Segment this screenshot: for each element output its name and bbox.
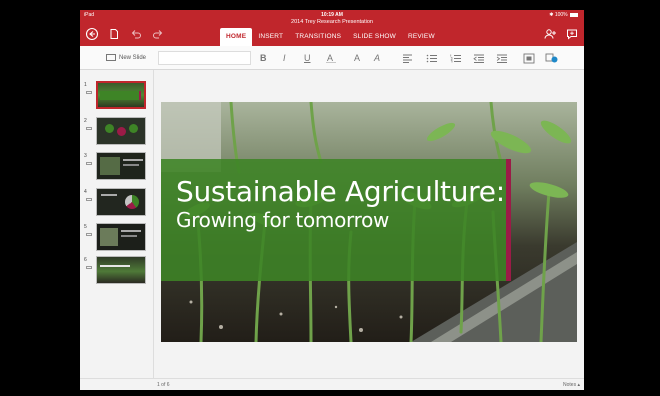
chevron-up-icon: ▴ xyxy=(577,382,580,388)
thumbnail-number: 4 xyxy=(84,189,87,195)
thumbnail-number: 3 xyxy=(84,153,87,159)
new-slide-button[interactable]: New Slide xyxy=(106,51,146,65)
thumbnail-text-line xyxy=(123,164,139,166)
comment-icon[interactable] xyxy=(565,27,579,41)
battery-percent: 100% xyxy=(554,12,568,18)
strikethrough-icon[interactable]: A xyxy=(326,51,338,65)
thumbnail-pie xyxy=(125,195,139,209)
svg-text:A: A xyxy=(327,53,333,63)
thumbnail-text-line xyxy=(100,265,130,267)
battery-icon xyxy=(570,12,578,17)
current-slide[interactable]: Sustainable Agriculture: Growing for tom… xyxy=(161,102,577,342)
thumbnail-comment-icon xyxy=(86,233,92,236)
thumbnail-title-band xyxy=(100,91,140,100)
bluetooth-icon: ✱ xyxy=(549,12,554,18)
thumbnail-number: 6 xyxy=(84,257,87,263)
tab-slide-show[interactable]: SLIDE SHOW xyxy=(347,28,402,46)
underline-icon[interactable]: U xyxy=(304,51,311,65)
slide-thumbnail-5[interactable] xyxy=(96,223,146,251)
new-slide-label: New Slide xyxy=(119,55,147,61)
outdent-icon[interactable] xyxy=(473,51,485,65)
indent-icon[interactable] xyxy=(496,51,508,65)
thumbnail-number: 5 xyxy=(84,224,87,230)
thumbnail-comment-icon xyxy=(86,127,92,130)
accent-bar xyxy=(506,159,511,281)
thumbnail-circle xyxy=(129,124,138,133)
bullets-icon[interactable] xyxy=(426,51,438,65)
home-ribbon: New Slide B I U A A A xyxy=(80,46,584,70)
share-icon[interactable] xyxy=(543,27,557,41)
ribbon-tabs: HOME INSERT TRANSITIONS SLIDE SHOW REVIE… xyxy=(220,28,441,46)
slide-thumbnail-2[interactable] xyxy=(96,117,146,145)
shape-fill-icon[interactable] xyxy=(545,51,559,65)
document-title: 2014 Trey Research Presentation xyxy=(291,19,373,25)
status-footer: 1 of 6 Notes ▴ xyxy=(80,378,584,390)
font-name-box[interactable] xyxy=(158,51,251,65)
notes-toggle[interactable]: Notes ▴ xyxy=(563,382,580,388)
clear-format-icon[interactable]: A xyxy=(374,51,380,65)
new-slide-icon xyxy=(106,53,116,61)
thumbnail-image xyxy=(100,157,120,175)
back-icon[interactable] xyxy=(85,27,99,41)
numbering-icon[interactable] xyxy=(450,51,462,65)
thumbnail-comment-icon xyxy=(86,266,92,269)
page-indicator: 1 of 6 xyxy=(157,382,170,388)
thumbnail-number: 1 xyxy=(84,82,87,88)
bold-icon[interactable]: B xyxy=(260,51,267,65)
tab-insert[interactable]: INSERT xyxy=(252,28,289,46)
tab-transitions[interactable]: TRANSITIONS xyxy=(289,28,347,46)
slide-thumbnail-4[interactable] xyxy=(96,188,146,216)
italic-icon[interactable]: I xyxy=(283,51,286,65)
slide-thumbnail-1[interactable] xyxy=(96,81,146,109)
thumbnail-number: 2 xyxy=(84,118,87,124)
thumbnail-text-line xyxy=(101,194,117,196)
thumbnail-accent-bar xyxy=(139,91,141,100)
slide-thumbnail-3[interactable] xyxy=(96,152,146,180)
thumbnail-text-line xyxy=(121,230,141,232)
font-color-icon[interactable]: A xyxy=(354,51,360,65)
tab-review[interactable]: REVIEW xyxy=(402,28,441,46)
align-left-icon[interactable] xyxy=(402,51,414,65)
tab-home[interactable]: HOME xyxy=(220,28,253,46)
slide-thumbnail-6[interactable] xyxy=(96,256,146,284)
thumbnail-comment-icon xyxy=(86,198,92,201)
slide-canvas: Sustainable Agriculture: Growing for tom… xyxy=(154,70,584,378)
redo-icon[interactable] xyxy=(151,27,165,41)
thumbnail-circle xyxy=(117,127,126,136)
slide-subtitle[interactable]: Growing for tomorrow xyxy=(176,208,389,232)
thumbnail-circle xyxy=(105,124,114,133)
thumbnail-text-line xyxy=(123,159,143,161)
undo-icon[interactable] xyxy=(129,27,143,41)
new-document-icon[interactable] xyxy=(107,27,121,41)
thumbnail-comment-icon xyxy=(86,91,92,94)
ipad-screen: iPad 10:19 AM ✱ 100% 2014 Trey Research … xyxy=(80,10,584,390)
notes-label: Notes xyxy=(563,382,577,388)
arrange-icon[interactable] xyxy=(523,51,535,65)
thumbnail-comment-icon xyxy=(86,162,92,165)
thumbnail-text-line xyxy=(121,235,137,237)
thumbnail-image xyxy=(100,228,118,246)
slide-thumbnail-pane: 1 2 3 4 5 6 xyxy=(80,70,154,378)
slide-title[interactable]: Sustainable Agriculture: xyxy=(176,175,505,208)
